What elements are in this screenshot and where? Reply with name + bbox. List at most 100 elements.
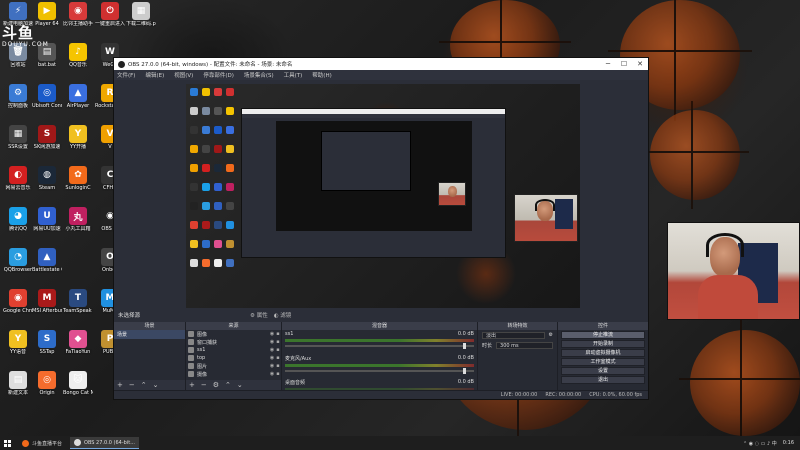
desktop-icon-label: AirPlayer: [66, 103, 90, 109]
desktop-icon[interactable]: ⏻一键重启进入BIOS: [95, 2, 125, 27]
desktop-icon[interactable]: ◎ Origin: [32, 371, 62, 396]
desktop-icon[interactable]: ▲ AirPlayer: [63, 84, 93, 109]
preview-icon: [214, 164, 222, 172]
preview-icon: [202, 107, 210, 115]
preview-icon: [214, 107, 222, 115]
obs-window[interactable]: OBS 27.0.0 (64-bit, windows) - 配置文件: 未命名…: [113, 57, 649, 400]
source-item[interactable]: 图像 ◉ ▪: [186, 330, 281, 338]
move-up-icon[interactable]: ⌃: [141, 381, 147, 389]
desktop-icon[interactable]: ◐ 网易云音乐: [3, 166, 33, 191]
desktop-icon-label: 腾讯QQ: [9, 226, 27, 232]
volume-slider[interactable]: [285, 343, 474, 349]
menu-edit[interactable]: 编辑(E): [145, 71, 164, 79]
start-button[interactable]: [0, 436, 14, 450]
app-icon: ▶: [38, 2, 56, 20]
app-icon: ◕: [9, 207, 27, 225]
desktop-icon[interactable]: ▦下载二维码.png: [126, 2, 156, 27]
taskbar-app-label: OBS 27.0.0 (64-bit...: [84, 439, 135, 446]
lock-icon[interactable]: ▪: [275, 331, 281, 337]
add-source-icon[interactable]: +: [189, 381, 195, 389]
move-up-icon[interactable]: ⌃: [225, 381, 231, 389]
preview-icon: [202, 202, 210, 210]
lock-icon[interactable]: ▪: [275, 355, 281, 361]
start-virtual-camera-button[interactable]: 启动虚拟摄像机: [561, 349, 645, 357]
desktop-icon[interactable]: MMSI Afterburner: [32, 289, 62, 314]
menu-docks[interactable]: 停靠部件(D): [203, 71, 234, 79]
exit-button[interactable]: 退出: [561, 376, 645, 384]
transitions-dock-header: 转场特效: [478, 322, 557, 330]
taskbar-app[interactable]: 斗鱼直播平台: [18, 437, 66, 449]
stop-streaming-button[interactable]: 停止推流: [561, 331, 645, 339]
tray-icons[interactable]: ⌃ ◉ ◌ ▭ ♪ 中: [743, 440, 777, 447]
desktop-icon[interactable]: ✿ SunloginC: [63, 166, 93, 191]
desktop-icon[interactable]: 丸小丸工具箱: [63, 207, 93, 232]
transition-select[interactable]: 淡出: [482, 331, 545, 339]
lock-icon[interactable]: ▪: [275, 371, 281, 377]
desktop-icon[interactable]: ▲Battlestate Games: [32, 248, 62, 273]
desktop-icon[interactable]: ▤ 新建文本: [3, 371, 33, 396]
desktop-icon[interactable]: Y YY语音: [3, 330, 33, 355]
app-icon: ◎: [38, 84, 56, 102]
source-item[interactable]: top ◉ ▪: [186, 354, 281, 362]
desktop-icon[interactable]: S SK网游加速: [32, 125, 62, 150]
minimize-icon[interactable]: ─: [600, 60, 616, 68]
maximize-icon[interactable]: ☐: [616, 60, 632, 68]
remove-source-icon[interactable]: −: [201, 381, 207, 389]
desktop-icon-label: TeamSpeak 3: [63, 308, 93, 314]
remove-scene-icon[interactable]: −: [129, 381, 135, 389]
menu-view[interactable]: 视图(V): [174, 71, 193, 79]
desktop-icon[interactable]: ◉Google Chrome: [3, 289, 33, 314]
track-db: 0.0 dB: [457, 379, 474, 385]
filters-button[interactable]: ◐ 滤镜: [274, 311, 292, 319]
source-name: 图片: [197, 363, 208, 370]
preview-icon: [202, 240, 210, 248]
desktop-icon[interactable]: Y YY开播: [63, 125, 93, 150]
taskbar-app[interactable]: OBS 27.0.0 (64-bit...: [70, 437, 139, 449]
desktop-icon[interactable]: ◕ 腾讯QQ: [3, 207, 33, 232]
desktop-icon[interactable]: ◉ 比邻主播助手: [63, 2, 93, 27]
desktop-icon[interactable]: ◎Ubisoft Connect: [32, 84, 62, 109]
desktop-icon[interactable]: S SSTap: [32, 330, 62, 355]
desktop-icon[interactable]: 🐱Bongo Cat Mver.exe: [63, 371, 93, 396]
desktop-icon[interactable]: ♪ QQ音乐: [63, 43, 93, 68]
desktop-icon[interactable]: ⚙ 控制面板: [3, 84, 33, 109]
studio-mode-button[interactable]: 工作室模式: [561, 358, 645, 366]
app-icon: 丸: [69, 207, 87, 225]
preview-icon: [226, 240, 234, 248]
lock-icon[interactable]: ▪: [275, 339, 281, 345]
transition-settings-icon[interactable]: ⚙: [549, 332, 553, 338]
obs-preview-canvas[interactable]: [186, 84, 580, 308]
desktop-icon-label: 一键重启进入BIOS: [95, 21, 125, 27]
duration-input[interactable]: 300 ms: [496, 341, 553, 349]
desktop-icon[interactable]: TTeamSpeak 3: [63, 289, 93, 314]
source-item[interactable]: 摄像 ◉ ▪: [186, 370, 281, 378]
obs-title-bar[interactable]: OBS 27.0.0 (64-bit, windows) - 配置文件: 未命名…: [114, 58, 648, 70]
settings-button[interactable]: 设置: [561, 367, 645, 375]
lock-icon[interactable]: ▪: [275, 363, 281, 369]
volume-slider[interactable]: [285, 368, 474, 374]
move-down-icon[interactable]: ⌄: [153, 381, 159, 389]
add-scene-icon[interactable]: +: [117, 381, 123, 389]
desktop-icon[interactable]: ◍ Steam: [32, 166, 62, 191]
preview-icon: [202, 221, 210, 229]
menu-scene-collection[interactable]: 场景集合(S): [244, 71, 274, 79]
move-down-icon[interactable]: ⌄: [237, 381, 243, 389]
desktop-icon[interactable]: U 网易UU加速: [32, 207, 62, 232]
desktop-icon-label: 网易云音乐: [5, 185, 31, 191]
desktop-icon[interactable]: ◔ QQBrowser: [3, 248, 33, 273]
start-recording-button[interactable]: 开始录制: [561, 340, 645, 348]
menu-help[interactable]: 帮助(H): [312, 71, 331, 79]
source-settings-icon[interactable]: ⚙: [213, 381, 219, 389]
source-item[interactable]: ss1 ◉ ▪: [186, 346, 281, 354]
source-item[interactable]: 图片 ◉ ▪: [186, 362, 281, 370]
source-item[interactable]: 窗口捕获 ◉ ▪: [186, 338, 281, 346]
properties-button[interactable]: ⚙ 属性: [250, 311, 268, 319]
desktop-icon[interactable]: ▦ SSR设置: [3, 125, 33, 150]
close-icon[interactable]: ✕: [632, 60, 648, 68]
clock[interactable]: 0:16: [783, 440, 794, 446]
lock-icon[interactable]: ▪: [275, 347, 281, 353]
menu-file[interactable]: 文件(F): [117, 71, 135, 79]
menu-tools[interactable]: 工具(T): [284, 71, 303, 79]
desktop-icon[interactable]: ◆ FaTiaoYun: [63, 330, 93, 355]
scene-item[interactable]: 场景: [114, 330, 185, 339]
